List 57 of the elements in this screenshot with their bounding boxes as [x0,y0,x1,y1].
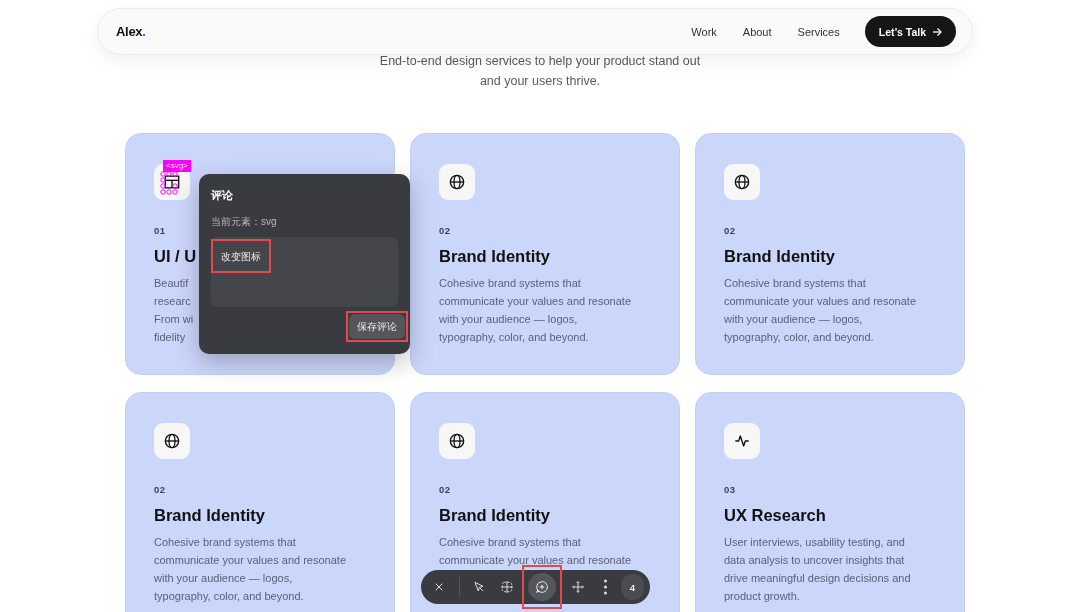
card-title: UX Research [724,506,826,525]
card-description-line: drive meaningful design decisions and [724,571,911,586]
current-element-label: 当前元素：svg [211,215,278,229]
globe-icon [732,172,752,192]
logo[interactable]: Alex. [116,24,146,39]
card-description-line: with your audience — logos, [439,312,578,327]
card-description-line: with your audience — logos, [724,312,863,327]
card-description-line: Cohesive brand systems that [439,276,581,291]
card-description-line: communicate your values and resonate [724,294,916,309]
globe-icon [162,431,182,451]
card-description-line: Cohesive brand systems that [439,535,581,550]
nav-link[interactable]: About [742,25,772,38]
card-description-line: typography, color, and beyond. [439,330,589,345]
more-icon [603,579,609,595]
globe-icon [447,172,467,192]
subtitle: End-to-end design services to help your product stand out and your users thrive. [378,53,702,90]
card-description-line: User interviews, usability testing, and [724,535,905,550]
card-description-line: typography, color, and beyond. [154,589,304,604]
card-number: 02 [724,225,737,236]
card-title: Brand Identity [439,247,550,266]
card-title: UI / U [154,247,197,266]
card-description-line: From wi [154,312,194,327]
card-description-line: Beautif [154,276,189,291]
card-number: 02 [154,484,167,495]
move-icon [569,579,586,595]
card-description-line: fidelity [154,330,186,345]
arrow-right-icon [932,26,942,37]
card-description-line: Cohesive brand systems that [154,535,296,550]
lets-talk-button[interactable]: Let’s Talk [864,16,956,47]
nav-link[interactable]: Services [797,25,840,38]
card-description-line: typography, color, and beyond. [724,330,874,345]
card-description-line: product growth. [724,589,800,604]
comment-text: 改变图标 [221,251,261,262]
card-description-line: communicate your values and resonate [439,553,631,568]
card-description-line: communicate your values and resonate [439,294,631,309]
globe-icon [447,431,467,451]
card-title: Brand Identity [724,247,835,266]
nav-link[interactable]: Work [691,25,717,38]
card-description-line: data analysis to uncover insights that [724,553,905,568]
card-number: 01 [154,225,167,236]
comment-tool-button[interactable] [528,573,557,601]
card-description-line: communicate your values and resonate [154,553,346,568]
card-title: Brand Identity [439,506,550,525]
popup-title: 评论 [211,188,234,203]
count-badge: 4 [620,574,644,600]
card-number: 02 [439,225,452,236]
element-tag: <svg> [163,160,191,172]
card-description-line: Cohesive brand systems that [724,276,866,291]
comment-field[interactable]: 改变图标 [211,237,398,307]
card-description-line: researc [154,294,191,309]
card-description-line: with your audience — logos, [154,571,293,586]
comment-plus-icon [534,579,551,595]
crosshair-frame-icon [498,579,515,595]
card-number: 02 [439,484,452,495]
card-number: 03 [724,484,737,495]
card-title: Brand Identity [154,506,265,525]
save-comment-button[interactable]: 保存评论 [349,314,405,339]
